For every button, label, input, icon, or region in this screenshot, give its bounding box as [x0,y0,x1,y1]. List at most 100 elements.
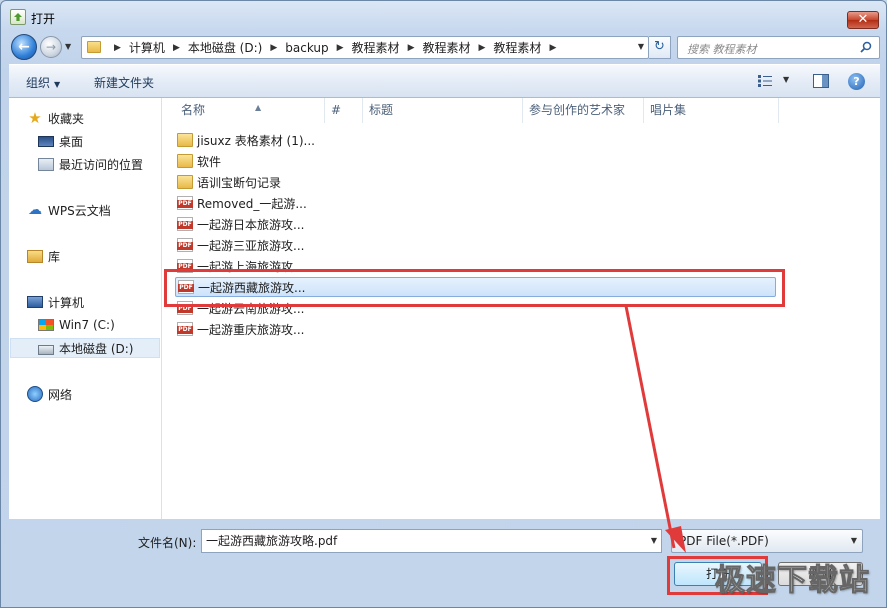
computer-icon [27,296,43,308]
navigation-pane: ★ 收藏夹 桌面 最近访问的位置 ☁ WPS云文档 库 计算机 Win7 (C:… [9,98,162,519]
breadcrumb-backup[interactable]: backup [285,41,328,55]
forward-button[interactable]: → [40,36,62,58]
column-header-name[interactable]: 名称 ▲ [175,98,325,123]
pdf-file-icon [177,217,193,231]
column-header-artists[interactable]: 参与创作的艺术家 [523,98,644,123]
folder-icon [177,133,193,147]
list-item[interactable]: 一起游云南旅游攻... [177,298,777,318]
view-options-icon[interactable] [758,75,772,87]
file-name: jisuxz 表格素材 (1)... [197,133,315,148]
search-icon[interactable] [860,41,872,53]
file-name: 软件 [197,154,222,169]
sidebar-item-label: 最近访问的位置 [59,157,144,172]
column-header-number[interactable]: # [325,98,363,123]
drive-icon [38,344,54,355]
sidebar-item-network[interactable]: 网络 [27,384,72,404]
sidebar-item-wps-cloud[interactable]: ☁ WPS云文档 [27,200,111,220]
chevron-right-icon[interactable]: ▶ [337,43,344,53]
chevron-right-icon[interactable]: ▶ [114,43,121,53]
sidebar-item-label: 收藏夹 [48,111,85,126]
title-bar: 打开 ✕ [1,1,886,33]
sidebar-item-label: 库 [48,249,61,264]
open-file-dialog: 打开 ✕ ← → ▼ ▶ 计算机 ▶ 本地磁盘 (D:) ▶ backup ▶ … [0,0,887,608]
breadcrumb: ▶ 计算机 ▶ 本地磁盘 (D:) ▶ backup ▶ 教程素材 ▶ 教程素材… [106,37,564,58]
column-header-title[interactable]: 标题 [363,98,523,123]
list-item[interactable]: 一起游上海旅游攻... [177,256,777,276]
list-item[interactable]: 一起游三亚旅游攻... [177,235,777,255]
search-input[interactable]: 搜索 教程素材 [677,36,880,59]
column-header-label: 名称 [181,103,206,117]
chevron-down-icon: ▼ [850,536,857,545]
address-bar[interactable]: ▶ 计算机 ▶ 本地磁盘 (D:) ▶ backup ▶ 教程素材 ▶ 教程素材… [81,36,649,59]
recent-places-icon [38,157,54,171]
organize-label: 组织 [26,76,51,90]
sidebar-item-label: Win7 (C:) [59,318,115,332]
list-item[interactable]: 一起游日本旅游攻... [177,214,777,234]
pdf-file-icon [177,322,193,336]
breadcrumb-folder-3[interactable]: 教程素材 [493,39,541,56]
file-name: 一起游上海旅游攻... [197,259,305,274]
desktop-icon [38,136,54,147]
sidebar-item-label: 桌面 [59,134,84,149]
file-name-label: 文件名(N): [138,536,197,550]
sidebar-item-desktop[interactable]: 桌面 [38,131,83,151]
pdf-file-icon [177,238,193,252]
chevron-right-icon[interactable]: ▶ [408,43,415,53]
sidebar-item-label: 计算机 [48,295,85,310]
file-name: 一起游西藏旅游攻... [198,280,306,295]
back-button[interactable]: ← [11,34,37,60]
file-name: 一起游三亚旅游攻... [197,238,305,253]
navigation-bar: ← → ▼ ▶ 计算机 ▶ 本地磁盘 (D:) ▶ backup ▶ 教程素材 … [9,33,880,61]
file-type-select[interactable]: PDF File(*.PDF) ▼ [671,529,863,553]
close-button[interactable]: ✕ [847,11,879,29]
file-name: Removed_一起游... [197,196,307,211]
organize-button[interactable]: 组织 ▼ [26,74,60,91]
pdf-file-icon [177,196,193,210]
sidebar-item-drive-d[interactable]: 本地磁盘 (D:) [10,338,160,358]
list-item[interactable]: 一起游重庆旅游攻... [177,319,777,339]
sidebar-item-libraries[interactable]: 库 [27,246,60,266]
column-header-album[interactable]: 唱片集 [644,98,779,123]
breadcrumb-drive-d[interactable]: 本地磁盘 (D:) [188,39,262,56]
sidebar-item-computer[interactable]: 计算机 [27,292,84,312]
help-icon[interactable]: ? [848,73,865,90]
chevron-right-icon[interactable]: ▶ [549,43,556,53]
list-item[interactable]: Removed_一起游... [177,193,777,213]
sidebar-item-drive-c[interactable]: Win7 (C:) [38,315,115,335]
file-name: 一起游重庆旅游攻... [197,322,305,337]
chevron-right-icon[interactable]: ▶ [479,43,486,53]
recent-pages-dropdown-icon[interactable]: ▼ [65,41,77,53]
breadcrumb-computer[interactable]: 计算机 [129,39,165,56]
chevron-down-icon[interactable]: ▼ [651,530,657,552]
breadcrumb-folder-1[interactable]: 教程素材 [352,39,400,56]
chevron-right-icon[interactable]: ▶ [173,43,180,53]
list-item[interactable]: 语训宝断句记录 [177,172,777,192]
list-item[interactable]: 软件 [177,151,777,171]
refresh-button[interactable]: ↻ [649,36,671,59]
file-name-field[interactable]: 一起游西藏旅游攻略.pdf ▼ [201,529,662,553]
list-item[interactable]: jisuxz 表格素材 (1)... [177,130,777,150]
sidebar-item-label: WPS云文档 [48,203,111,218]
sidebar-item-label: 网络 [48,387,73,402]
folder-icon [177,175,193,189]
chevron-down-icon: ▼ [54,80,61,89]
address-dropdown-icon[interactable]: ▼ [638,42,644,51]
list-item-selected[interactable]: 一起游西藏旅游攻... [175,277,776,297]
folder-icon [177,154,193,168]
chevron-right-icon[interactable]: ▶ [270,43,277,53]
sidebar-item-favorites[interactable]: ★ 收藏夹 [27,108,84,128]
sidebar-item-label: 本地磁盘 (D:) [59,341,134,356]
sidebar-item-recent-places[interactable]: 最近访问的位置 [38,154,143,174]
preview-pane-icon[interactable] [813,74,829,88]
view-dropdown-icon[interactable]: ▼ [783,75,789,84]
file-name-value: 一起游西藏旅游攻略.pdf [206,534,338,548]
app-icon [10,9,26,25]
breadcrumb-folder-2[interactable]: 教程素材 [422,39,470,56]
file-name: 语训宝断句记录 [197,175,282,190]
pdf-file-icon [177,301,193,315]
folder-icon [87,41,101,53]
network-icon [27,386,43,402]
column-headers: 名称 ▲ # 标题 参与创作的艺术家 唱片集 [163,98,880,123]
new-folder-button[interactable]: 新建文件夹 [94,74,154,91]
pdf-file-icon [177,259,193,273]
